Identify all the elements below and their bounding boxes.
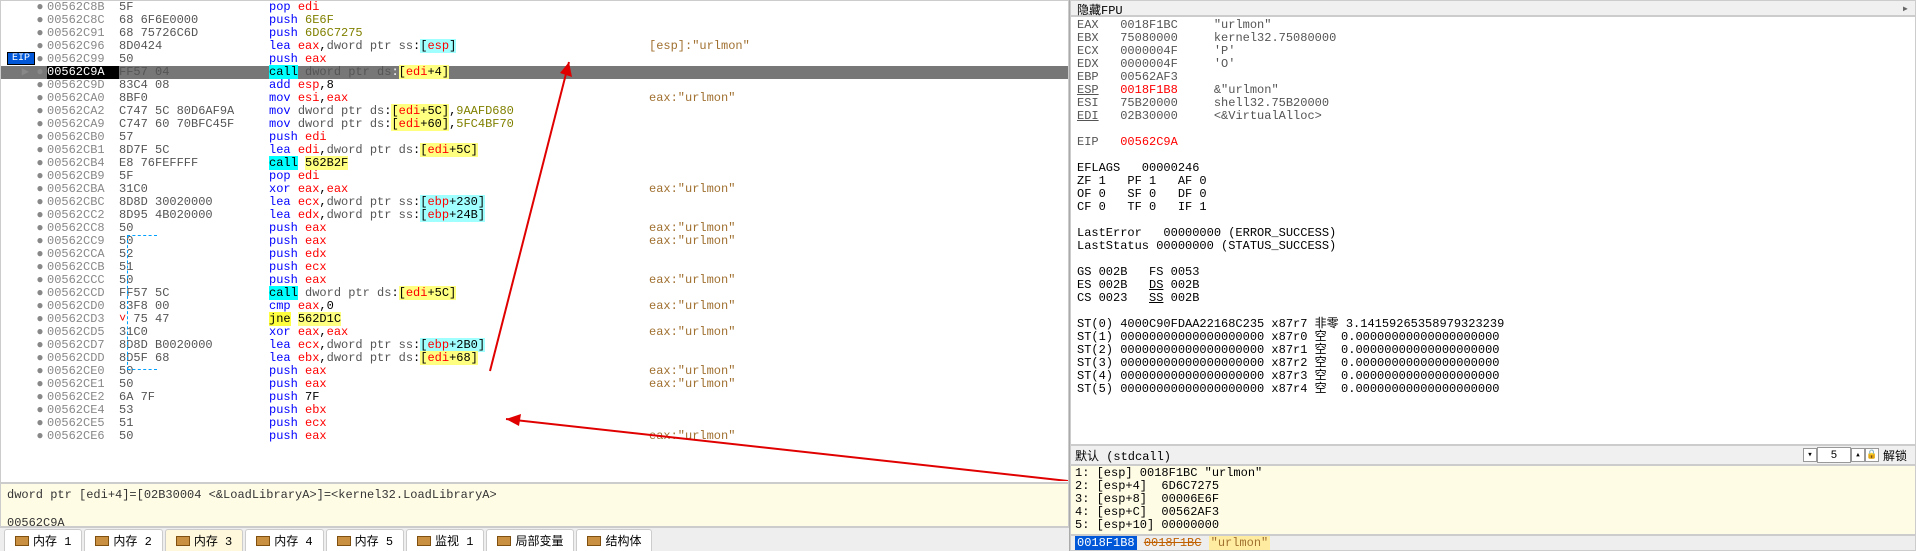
memory-tab[interactable]: 内存 2 [84, 529, 162, 551]
memory-tab[interactable]: 监视 1 [406, 529, 484, 551]
info-strip: dword ptr [edi+4]=[02B30004 <&LoadLibrar… [0, 483, 1069, 527]
disasm-row[interactable]: ●00562CE551push ecx [1, 417, 1068, 430]
bottom-tabs: 内存 1内存 2内存 3内存 4内存 5监视 1局部变量结构体 [0, 527, 1069, 551]
dump-icon [15, 536, 29, 546]
disasm-row[interactable]: ●00562C968D0424lea eax,dword ptr ss:[esp… [1, 40, 1068, 53]
memory-tab[interactable]: 结构体 [576, 529, 652, 551]
jump-line [127, 235, 157, 370]
disasm-row[interactable]: ●00562CDD8D5F 68lea ebx,dword ptr ds:[ed… [1, 352, 1068, 365]
disasm-row[interactable]: ●00562C9D83C4 08add esp,8 [1, 79, 1068, 92]
disasm-row[interactable]: ●00562CE150push eaxeax:"urlmon" [1, 378, 1068, 391]
dump-icon [337, 536, 351, 546]
dump-icon [256, 536, 270, 546]
disasm-row[interactable]: ●00562CB4E8 76FEFFFFcall 562B2F [1, 157, 1068, 170]
info-pointer-line: dword ptr [edi+4]=[02B30004 <&LoadLibrar… [7, 488, 1062, 502]
disasm-row[interactable]: ●00562CE26A 7Fpush 7F [1, 391, 1068, 404]
disasm-row[interactable]: ●00562CD3˅ 75 47jne 562D1C [1, 313, 1068, 326]
stack-esp-addr: 0018F1B8 [1075, 536, 1137, 550]
memory-tab[interactable]: 内存 1 [4, 529, 82, 551]
calling-convention[interactable]: 默认 (stdcall) [1075, 447, 1803, 464]
dump-icon [587, 536, 601, 546]
disasm-row[interactable]: ●00562CB95Fpop edi [1, 170, 1068, 183]
unlock-label: 解锁 [1879, 447, 1911, 464]
dump-icon [417, 536, 431, 546]
stack-header: 默认 (stdcall) ▾ ▴ 🔒 解锁 [1070, 445, 1916, 465]
stack-args-pane[interactable]: 1: [esp] 0018F1BC "urlmon"2: [esp+4] 6D6… [1070, 465, 1916, 535]
memory-tab[interactable]: 内存 4 [245, 529, 323, 551]
stack-arg-row[interactable]: 5: [esp+10] 00000000 [1075, 519, 1911, 532]
memory-tab[interactable]: 内存 5 [326, 529, 404, 551]
disasm-row[interactable]: ●00562CC28D95 4B020000lea edx,dword ptr … [1, 209, 1068, 222]
fpu-toggle[interactable]: 隐藏FPU▸ [1070, 0, 1916, 16]
stack-memory-strip[interactable]: 0018F1B8 0018F1BC "urlmon" [1070, 535, 1916, 551]
disassembly-view[interactable]: ●00562C8B5Fpop edi●00562C8C68 6F6E0000pu… [0, 0, 1069, 483]
disasm-row[interactable]: ●00562CE650push eaxeax:"urlmon" [1, 430, 1068, 443]
disasm-row[interactable]: ●00562CE453push ebx [1, 404, 1068, 417]
spin-down-icon[interactable]: ▾ [1803, 448, 1817, 462]
arg-count-input[interactable] [1817, 447, 1851, 463]
dump-icon [176, 536, 190, 546]
eip-marker: EIP [7, 52, 35, 65]
registers-pane[interactable]: EAX 0018F1BC "urlmon"EBX 75080000 kernel… [1070, 16, 1916, 445]
disasm-row[interactable]: ●00562CCB51push ecx [1, 261, 1068, 274]
disasm-row[interactable]: ●00562CE050push eaxeax:"urlmon" [1, 365, 1068, 378]
disasm-row[interactable]: ●00562CC950push eaxeax:"urlmon" [1, 235, 1068, 248]
stack-string: "urlmon" [1209, 536, 1271, 550]
dump-icon [497, 536, 511, 546]
spin-up-icon[interactable]: ▴ [1851, 448, 1865, 462]
chevron-right-icon: ▸ [1902, 1, 1909, 16]
lock-icon[interactable]: 🔒 [1865, 448, 1879, 462]
memory-tab[interactable]: 局部变量 [486, 529, 574, 551]
dump-icon [95, 536, 109, 546]
disasm-row[interactable]: ●00562CCA52push edx [1, 248, 1068, 261]
stack-deref-addr: 0018F1BC [1144, 536, 1202, 550]
disasm-row[interactable]: ●00562CC850push eaxeax:"urlmon" [1, 222, 1068, 235]
memory-tab[interactable]: 内存 3 [165, 529, 243, 551]
disasm-row[interactable]: ●00562CA9C747 60 70BFC45Fmov dword ptr d… [1, 118, 1068, 131]
